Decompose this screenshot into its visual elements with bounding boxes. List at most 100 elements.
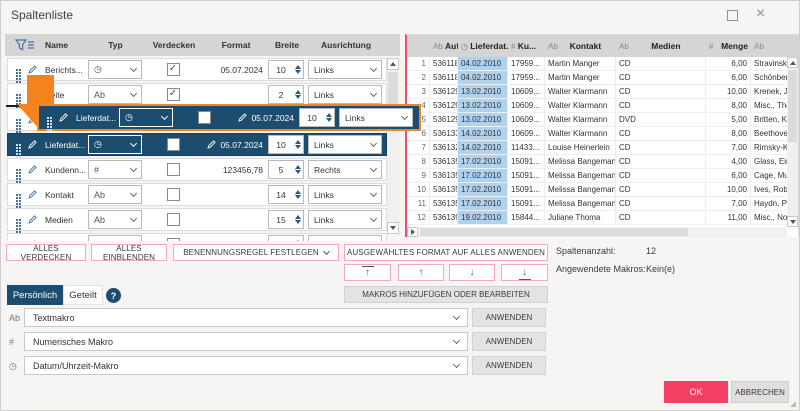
verdecken-checkbox[interactable] [167, 238, 180, 241]
resize-grip[interactable] [790, 401, 796, 407]
preview-data-row[interactable]: 10 536135 17.02.2010 15091... Melissa Ba… [407, 183, 798, 197]
type-dropdown[interactable]: Ab [88, 185, 142, 204]
header-breite[interactable]: Breite [267, 40, 307, 50]
column-row-partial[interactable] [7, 233, 387, 241]
spin-up-icon[interactable] [295, 162, 301, 169]
numerisches-makro-dropdown[interactable]: Numerisches Makro [24, 332, 468, 351]
preview-data-row[interactable]: 1 536118 04.02.2010 17959... Martin Mang… [407, 57, 798, 71]
anwenden-text-button[interactable]: ANWENDEN [472, 308, 546, 327]
preview-data-row[interactable]: 7 536132 14.02.2010 11433... Louise Hein… [407, 141, 798, 155]
type-dropdown[interactable]: Ab [88, 85, 142, 104]
datum-uhrzeit-makro-dropdown[interactable]: Datum/Uhrzeit-Makro [24, 356, 468, 375]
spin-up-icon[interactable] [295, 137, 301, 144]
ausrichtung-dropdown[interactable]: Links [308, 135, 382, 154]
verdecken-checkbox[interactable] [167, 138, 180, 151]
drag-handle-icon[interactable] [16, 194, 18, 196]
type-dropdown[interactable]: # [88, 160, 142, 179]
type-dropdown[interactable]: ◷ [88, 60, 142, 79]
dragged-column-row[interactable]: Lieferdat... ◷ 05.07.2024 10 Links [37, 104, 421, 131]
column-row-selected[interactable]: Lieferdat... ◷ 05.07.2024 10 Links [7, 133, 387, 156]
header-auftrag[interactable]: Ab Auf... [430, 35, 458, 57]
spin-down-icon[interactable] [295, 195, 301, 202]
column-row[interactable]: Seite Ab 2 Links [7, 83, 387, 106]
type-dropdown[interactable] [88, 235, 142, 241]
ok-button[interactable]: OK [664, 381, 728, 403]
format-value[interactable]: 05.07.2024 [204, 65, 266, 75]
scroll-up-icon[interactable] [387, 58, 399, 70]
tab-persoenlich[interactable]: Persönlich [7, 285, 63, 305]
preview-data-row[interactable]: 11 536135 17.02.2010 15091... Melissa Ba… [407, 197, 798, 211]
left-table-scrollbar[interactable] [387, 58, 399, 234]
ausrichtung-dropdown[interactable]: Links [308, 85, 382, 104]
spin-down-icon[interactable] [295, 220, 301, 227]
ausrichtung-dropdown[interactable]: Links [308, 210, 382, 229]
spin-down-icon[interactable] [295, 170, 301, 177]
column-row[interactable]: Kontakt Ab 14 Links [7, 183, 387, 206]
help-icon[interactable]: ? [106, 288, 121, 303]
scroll-up-icon[interactable] [787, 57, 798, 68]
header-format[interactable]: Format [205, 40, 267, 50]
edit-name-icon[interactable] [27, 239, 38, 241]
spin-up-icon[interactable] [295, 187, 301, 194]
alles-verdecken-button[interactable]: ALLES VERDECKEN [6, 244, 86, 261]
preview-horizontal-scrollbar[interactable] [407, 227, 787, 237]
header-ausrichtung[interactable]: Ausrichtung [307, 40, 385, 50]
breite-spinner[interactable]: 10 [268, 135, 304, 154]
format-auf-alles-anwenden-button[interactable]: AUSGEWÄHLTES FORMAT AUF ALLES ANWENDEN [344, 244, 548, 261]
alles-einblenden-button[interactable]: ALLES EINBLENDEN [91, 244, 167, 261]
filter-columns-icon[interactable] [5, 39, 45, 51]
anwenden-numerisch-button[interactable]: ANWENDEN [472, 332, 546, 351]
breite-spinner[interactable]: 15 [268, 210, 304, 229]
drag-handle-icon[interactable] [47, 117, 49, 119]
verdecken-checkbox[interactable] [167, 188, 180, 201]
drag-handle-icon[interactable] [16, 69, 18, 71]
column-row[interactable]: Berichts... ◷ 05.07.2024 10 Links [7, 58, 387, 81]
scrollbar-thumb[interactable] [788, 70, 797, 142]
breite-spinner[interactable]: 2 [268, 85, 304, 104]
scroll-down-icon[interactable] [787, 216, 798, 227]
column-row[interactable]: Medien Ab 15 Links [7, 208, 387, 231]
scroll-down-icon[interactable] [387, 222, 399, 234]
edit-name-icon[interactable] [27, 214, 38, 225]
header-menge[interactable]: #Menge [706, 35, 751, 57]
close-icon[interactable]: × [756, 3, 765, 25]
ausrichtung-dropdown[interactable]: Links [308, 60, 382, 79]
preview-data-row[interactable]: 4 536129 13.02.2010 10609... Walter Klar… [407, 99, 798, 113]
format-value[interactable]: 123456,78 [204, 165, 266, 175]
header-lieferdatum[interactable]: ◷ Lieferdat... [458, 35, 508, 57]
edit-name-icon[interactable] [27, 139, 38, 150]
preview-data-row[interactable]: 5 536129 13.02.2010 10609... Walter Klar… [407, 113, 798, 127]
preview-data-row[interactable]: 8 536135 17.02.2010 15091... Melissa Ban… [407, 155, 798, 169]
makros-bearbeiten-button[interactable]: MAKROS HINZUFÜGEN ODER BEARBEITEN [344, 286, 548, 303]
header-name[interactable]: Name [45, 40, 88, 50]
ausrichtung-dropdown[interactable]: Rechts [308, 160, 382, 179]
header-medien[interactable]: AbMedien [616, 35, 706, 57]
benennungsregel-button[interactable]: BENENNUNGSREGEL FESTLEGEN [173, 244, 339, 261]
preview-data-row[interactable]: 9 536135 17.02.2010 15091... Melissa Ban… [407, 169, 798, 183]
preview-data-row[interactable]: 6 536133 14.02.2010 10609... Walter Klar… [407, 127, 798, 141]
spin-up-icon[interactable] [295, 212, 301, 219]
header-kontakt[interactable]: AbKontakt [545, 35, 616, 57]
verdecken-checkbox[interactable] [167, 88, 180, 101]
breite-spinner[interactable]: 10 [268, 60, 304, 79]
abbrechen-button[interactable]: ABBRECHEN [731, 381, 789, 403]
move-up-button[interactable]: ↑ [398, 264, 444, 281]
spin-down-icon[interactable] [295, 95, 301, 102]
verdecken-checkbox[interactable] [167, 163, 180, 176]
edit-name-icon[interactable] [27, 64, 38, 75]
type-dropdown[interactable]: Ab [88, 210, 142, 229]
spin-down-icon[interactable] [295, 70, 301, 77]
format-value[interactable]: 05.07.2024 [204, 139, 266, 150]
move-down-button[interactable]: ↓ [449, 264, 495, 281]
maximize-icon[interactable] [727, 10, 738, 21]
ausrichtung-dropdown[interactable]: Links [308, 185, 382, 204]
spin-up-icon[interactable] [295, 87, 301, 94]
scroll-right-icon[interactable] [407, 227, 418, 237]
tab-geteilt[interactable]: Geteilt [63, 285, 103, 305]
ausrichtung-dropdown[interactable] [308, 235, 382, 241]
type-dropdown[interactable]: ◷ [88, 135, 142, 154]
move-to-bottom-button[interactable]: ↓ [501, 264, 548, 281]
preview-vertical-scrollbar[interactable] [787, 57, 798, 227]
move-to-top-button[interactable]: ↑ [344, 264, 391, 281]
edit-name-icon[interactable] [27, 189, 38, 200]
